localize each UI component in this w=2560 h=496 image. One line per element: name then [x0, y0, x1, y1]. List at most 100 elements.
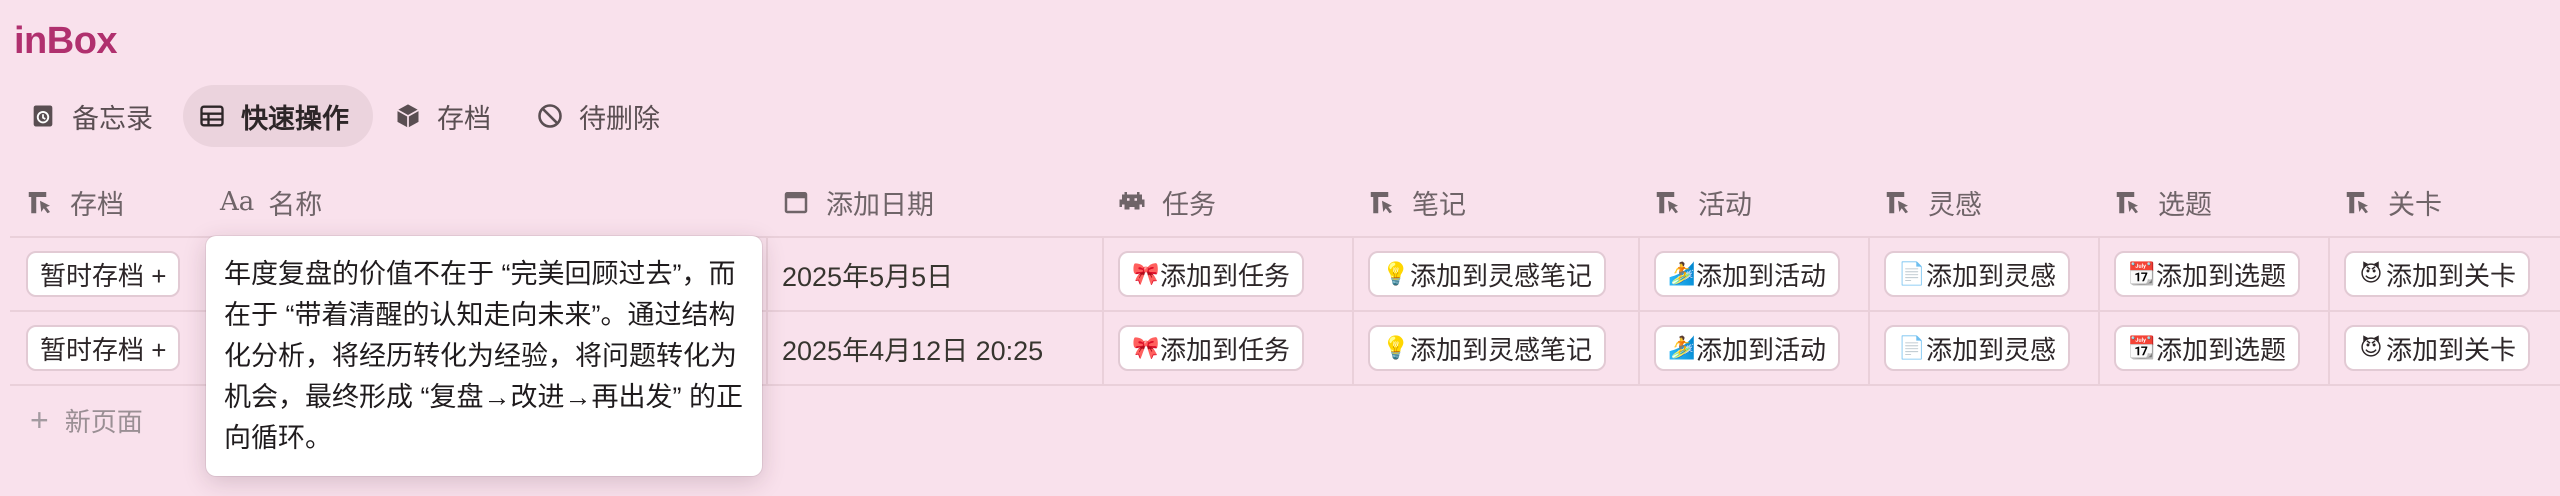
new-page-label: 新页面: [64, 407, 143, 437]
page-title: inBox: [14, 20, 118, 62]
add-to-idea-note-button[interactable]: 💡 添加到灵感笔记: [1368, 325, 1607, 371]
column-header-label: 名称: [268, 189, 323, 220]
column-header-label: 任务: [1162, 189, 1216, 220]
name-cell-popover: 年度复盘的价值不在于 “完美回顾过去”，而在于 “带着清醒的认知走向未来”。通过…: [206, 236, 762, 476]
column-header-note[interactable]: 笔记: [1352, 168, 1638, 236]
column-header-archive[interactable]: 存档: [10, 168, 206, 236]
plus-icon: +: [30, 402, 49, 438]
pointer-icon: [1652, 186, 1684, 218]
cell-note: 💡 添加到灵感笔记: [1352, 312, 1638, 384]
calendar-emoji-icon: 📆: [2128, 335, 2156, 360]
button-label: 添加到活动: [1696, 334, 1827, 365]
tab-archive[interactable]: 存档: [379, 85, 515, 147]
pointer-icon: [24, 186, 56, 218]
cell-date[interactable]: 2025年4月12日 20:25: [766, 312, 1102, 384]
column-header-label: 存档: [70, 189, 124, 220]
button-label: 添加到灵感: [1926, 334, 2057, 365]
tab-pending-delete-label: 待删除: [579, 103, 660, 134]
new-page-button[interactable]: + 新页面: [30, 402, 143, 439]
column-header-label: 笔记: [1412, 189, 1466, 220]
cell-topic: 📆 添加到选题: [2098, 312, 2328, 384]
column-header-name[interactable]: Aa 名称: [206, 168, 766, 236]
button-label: 添加到活动: [1696, 260, 1827, 291]
lightbulb-icon: 💡: [1382, 261, 1410, 286]
column-header-idea[interactable]: 灵感: [1868, 168, 2098, 236]
box-icon: [393, 101, 423, 131]
cell-level: 😈 添加到关卡: [2328, 312, 2560, 384]
button-label: 添加到选题: [2156, 260, 2287, 291]
add-to-level-button[interactable]: 😈 添加到关卡: [2344, 251, 2531, 297]
tab-memo[interactable]: 备忘录: [14, 85, 177, 147]
calendar-emoji-icon: 📆: [2128, 261, 2156, 286]
popover-text: 年度复盘的价值不在于 “完美回顾过去”，而在于 “带着清醒的认知走向未来”。通过…: [224, 259, 743, 453]
button-label: 添加到灵感笔记: [1410, 334, 1593, 365]
lightbulb-icon: 💡: [1382, 335, 1410, 360]
add-to-topic-button[interactable]: 📆 添加到选题: [2114, 325, 2301, 371]
button-label: 添加到任务: [1160, 334, 1291, 365]
date-value: 2025年5月5日: [782, 261, 954, 292]
column-header-label: 添加日期: [826, 189, 934, 220]
add-to-activity-button[interactable]: 🏄 添加到活动: [1654, 251, 1841, 297]
page-icon: 📄: [1898, 261, 1926, 286]
text-aa-icon: Aa: [220, 187, 255, 217]
pointer-icon: [2342, 186, 2374, 218]
table-header: 存档 Aa 名称 添加日期 任务 笔记 活动 灵感 选题 关卡: [10, 168, 2560, 238]
ribbon-icon: 🎀: [1132, 335, 1160, 360]
column-header-topic[interactable]: 选题: [2098, 168, 2328, 236]
cell-activity: 🏄 添加到活动: [1638, 312, 1868, 384]
page-icon: 📄: [1898, 335, 1926, 360]
cell-topic: 📆 添加到选题: [2098, 238, 2328, 310]
surfer-icon: 🏄: [1668, 335, 1696, 360]
tab-memo-label: 备忘录: [72, 103, 153, 134]
button-label: 添加到关卡: [2386, 260, 2517, 291]
cell-idea: 📄 添加到灵感: [1868, 312, 2098, 384]
devil-icon: 😈: [2359, 335, 2383, 360]
temp-archive-button[interactable]: 暂时存档 +: [26, 251, 181, 297]
cell-archive: 暂时存档 +: [10, 238, 206, 310]
date-value: 2025年4月12日 20:25: [782, 335, 1044, 366]
column-header-label: 灵感: [1928, 189, 1982, 220]
column-header-label: 选题: [2158, 189, 2212, 220]
cell-level: 😈 添加到关卡: [2328, 238, 2560, 310]
memo-icon: [28, 101, 58, 131]
cell-activity: 🏄 添加到活动: [1638, 238, 1868, 310]
pointer-icon: [1882, 186, 1914, 218]
column-header-activity[interactable]: 活动: [1638, 168, 1868, 236]
pointer-icon: [1366, 186, 1398, 218]
add-to-task-button[interactable]: 🎀 添加到任务: [1118, 251, 1305, 297]
cell-idea: 📄 添加到灵感: [1868, 238, 2098, 310]
button-label: 添加到灵感笔记: [1410, 260, 1593, 291]
tab-pending-delete[interactable]: 待删除: [521, 85, 684, 147]
button-label: 添加到关卡: [2386, 334, 2517, 365]
cell-date[interactable]: 2025年5月5日: [766, 238, 1102, 310]
column-header-label: 活动: [1698, 189, 1752, 220]
add-to-level-button[interactable]: 😈 添加到关卡: [2344, 325, 2531, 371]
prohibited-icon: [535, 101, 565, 131]
calendar-icon: [780, 186, 812, 218]
column-header-level[interactable]: 关卡: [2328, 168, 2560, 236]
add-to-activity-button[interactable]: 🏄 添加到活动: [1654, 325, 1841, 371]
add-to-idea-note-button[interactable]: 💡 添加到灵感笔记: [1368, 251, 1607, 297]
column-header-label: 关卡: [2388, 189, 2442, 220]
button-label: 添加到选题: [2156, 334, 2287, 365]
add-to-idea-button[interactable]: 📄 添加到灵感: [1884, 251, 2071, 297]
view-tabs: 备忘录 快速操作 存档 待删除: [14, 84, 684, 148]
button-label: 添加到灵感: [1926, 260, 2057, 291]
cell-note: 💡 添加到灵感笔记: [1352, 238, 1638, 310]
space-invader-icon: [1116, 186, 1148, 218]
tab-quick-actions[interactable]: 快速操作: [183, 85, 373, 147]
add-to-topic-button[interactable]: 📆 添加到选题: [2114, 251, 2301, 297]
cell-archive: 暂时存档 +: [10, 312, 206, 384]
add-to-task-button[interactable]: 🎀 添加到任务: [1118, 325, 1305, 371]
devil-icon: 😈: [2359, 261, 2383, 286]
column-header-date[interactable]: 添加日期: [766, 168, 1102, 236]
column-header-task[interactable]: 任务: [1102, 168, 1352, 236]
tab-quick-actions-label: 快速操作: [241, 103, 349, 134]
cell-task: 🎀 添加到任务: [1102, 312, 1352, 384]
temp-archive-button[interactable]: 暂时存档 +: [26, 325, 181, 371]
table-icon: [197, 101, 227, 131]
button-label: 添加到任务: [1160, 260, 1291, 291]
tab-archive-label: 存档: [437, 103, 491, 134]
add-to-idea-button[interactable]: 📄 添加到灵感: [1884, 325, 2071, 371]
surfer-icon: 🏄: [1668, 261, 1696, 286]
